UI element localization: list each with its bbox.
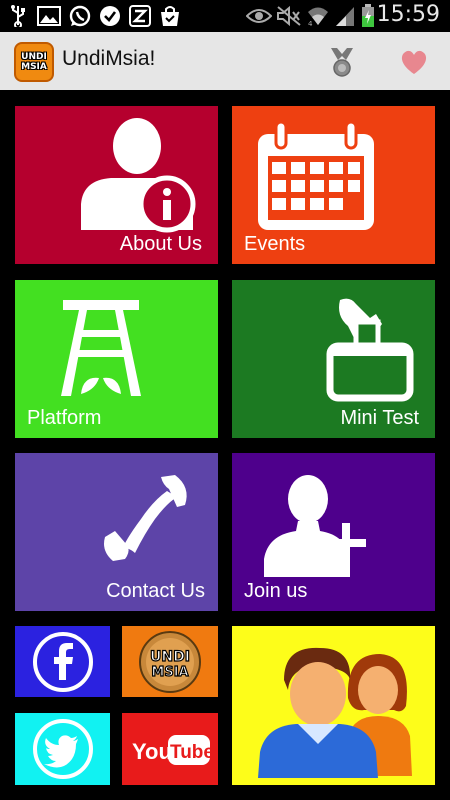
user-info-icon bbox=[81, 118, 196, 233]
tile-twitter[interactable] bbox=[15, 713, 110, 785]
tile-undimsia[interactable]: UNDI MSIA bbox=[122, 626, 218, 697]
app-logo: UNDI MSIA bbox=[14, 42, 54, 82]
status-bar: 4 15:59 bbox=[0, 0, 450, 32]
tile-mini-test[interactable]: Mini Test bbox=[232, 280, 435, 438]
tile-label-contact-us: Contact Us bbox=[106, 580, 205, 602]
status-time: 15:59 bbox=[376, 2, 440, 27]
tile-label-mini-test: Mini Test bbox=[340, 407, 419, 429]
action-bar: UNDI MSIA UndiMsia! bbox=[0, 32, 450, 90]
image-icon bbox=[36, 5, 62, 27]
youtube-icon: You Tube bbox=[132, 735, 212, 765]
svg-text:4: 4 bbox=[308, 20, 313, 27]
youtube-tube-text: Tube bbox=[170, 742, 212, 763]
app-logo-text-bottom: MSIA bbox=[21, 62, 47, 72]
medal-button[interactable] bbox=[326, 46, 358, 78]
tile-about-us[interactable]: About Us bbox=[15, 106, 218, 264]
tile-label-events: Events bbox=[244, 233, 306, 255]
undimsia-logo-text-top: UNDI bbox=[150, 649, 190, 665]
youtube-you-text: You bbox=[132, 739, 172, 764]
mute-icon bbox=[276, 5, 302, 27]
medal-icon bbox=[331, 48, 353, 77]
tile-platform[interactable]: Platform bbox=[15, 280, 218, 438]
tile-join-us[interactable]: Join us bbox=[232, 453, 435, 611]
undimsia-logo-text-bottom: MSIA bbox=[151, 665, 188, 680]
usb-icon bbox=[8, 5, 28, 27]
tile-label-about-us: About Us bbox=[119, 233, 202, 255]
bag-icon bbox=[158, 5, 182, 27]
ladder-icon bbox=[61, 300, 141, 396]
eye-icon bbox=[246, 5, 272, 27]
whatsapp-icon bbox=[68, 5, 92, 27]
tile-contact-us[interactable]: Contact Us bbox=[15, 453, 218, 611]
check-icon bbox=[98, 5, 122, 27]
facebook-icon bbox=[33, 632, 93, 692]
tile-facebook[interactable] bbox=[15, 626, 110, 697]
tile-events[interactable]: Events bbox=[232, 106, 435, 264]
battery-icon bbox=[360, 4, 376, 27]
phone-icon bbox=[104, 475, 187, 561]
z-icon bbox=[128, 5, 152, 27]
wifi-icon: 4 bbox=[306, 5, 330, 27]
favorite-button[interactable] bbox=[398, 46, 430, 78]
tile-label-platform: Platform bbox=[27, 407, 102, 429]
tile-label-join-us: Join us bbox=[244, 580, 308, 602]
twitter-icon bbox=[33, 719, 93, 779]
heart-icon bbox=[401, 50, 427, 74]
people-icon bbox=[258, 647, 412, 778]
app-logo-text-top: UNDI bbox=[21, 52, 47, 62]
tile-people[interactable] bbox=[232, 626, 435, 785]
add-user-icon bbox=[264, 475, 366, 577]
app-title: UndiMsia! bbox=[62, 47, 156, 70]
signal-icon bbox=[334, 5, 356, 27]
undimsia-logo-icon: UNDI MSIA bbox=[139, 631, 201, 693]
ballot-box-icon bbox=[326, 298, 414, 402]
calendar-icon bbox=[258, 120, 374, 230]
tile-youtube[interactable]: You Tube bbox=[122, 713, 218, 785]
